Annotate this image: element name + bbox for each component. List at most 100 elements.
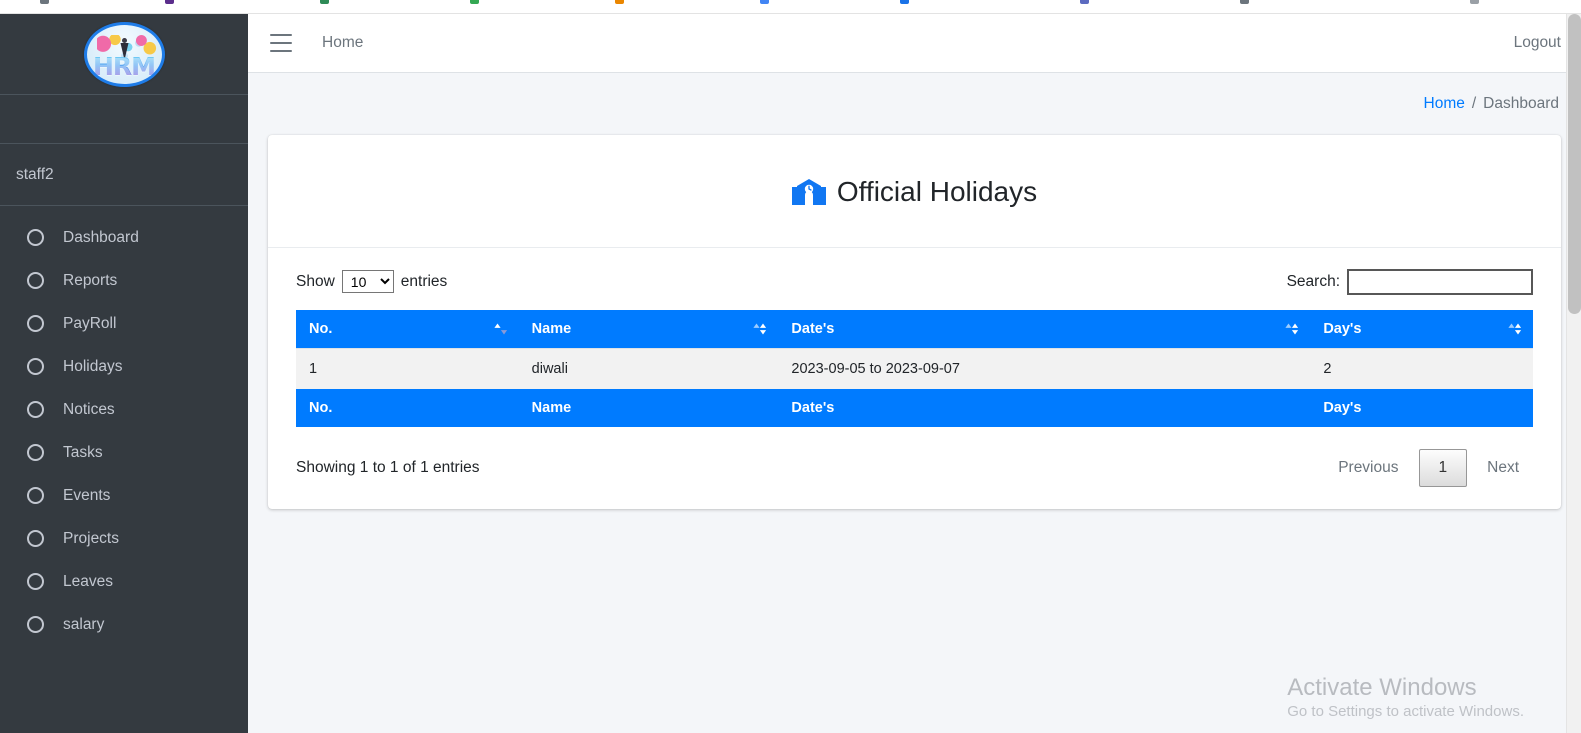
circle-icon bbox=[27, 229, 44, 246]
bookmark-favicon-icon bbox=[320, 0, 329, 4]
watermark-subtitle: Go to Settings to activate Windows. bbox=[1287, 703, 1524, 720]
sidebar-item-holidays[interactable]: Holidays bbox=[0, 345, 248, 388]
pagination: Previous 1 Next bbox=[1324, 448, 1533, 487]
column-header-label: Day's bbox=[1323, 320, 1362, 337]
sidebar-item-events[interactable]: Events bbox=[0, 474, 248, 517]
watermark-title: Activate Windows bbox=[1287, 674, 1477, 701]
sort-none-icon bbox=[753, 323, 767, 334]
breadcrumb-home-link[interactable]: Home bbox=[1424, 95, 1465, 113]
logo-text: HRM bbox=[87, 54, 162, 79]
column-header-days[interactable]: Day's bbox=[1310, 309, 1533, 348]
circle-icon bbox=[27, 315, 44, 332]
bookmark-favicon-icon bbox=[165, 0, 174, 4]
app-root: HRM staff2 Dashboard Reports PayRoll Hol… bbox=[0, 14, 1581, 733]
vertical-scrollbar[interactable] bbox=[1566, 14, 1581, 733]
sidebar-item-notices[interactable]: Notices bbox=[0, 388, 248, 431]
sidebar-brand[interactable]: HRM bbox=[0, 14, 248, 95]
sidebar-item-label: Dashboard bbox=[63, 228, 139, 246]
bookmark-favicon-icon bbox=[1470, 0, 1479, 4]
sidebar-item-tasks[interactable]: Tasks bbox=[0, 431, 248, 474]
bookmark-item[interactable] bbox=[900, 0, 912, 6]
table-head: No. Name Date's Day's bbox=[296, 309, 1533, 348]
sidebar-item-dashboard[interactable]: Dashboard bbox=[0, 216, 248, 259]
page-title: Official Holidays bbox=[791, 176, 1037, 208]
search-control: Search: bbox=[1286, 268, 1533, 295]
circle-icon bbox=[27, 401, 44, 418]
circle-icon bbox=[27, 616, 44, 633]
table-row[interactable]: 1 diwali 2023-09-05 to 2023-09-07 2 bbox=[296, 347, 1533, 389]
bookmark-favicon-icon bbox=[1240, 0, 1249, 4]
bookmark-item[interactable] bbox=[615, 0, 627, 6]
bookmark-item[interactable] bbox=[760, 0, 772, 6]
cell-dates: 2023-09-05 to 2023-09-07 bbox=[778, 347, 1311, 389]
bookmark-item[interactable] bbox=[1470, 0, 1482, 6]
sidebar-item-leaves[interactable]: Leaves bbox=[0, 560, 248, 603]
logout-link[interactable]: Logout bbox=[1514, 34, 1561, 52]
footer-column-dates: Date's bbox=[778, 388, 1311, 427]
circle-icon bbox=[27, 487, 44, 504]
sidebar-username: staff2 bbox=[16, 165, 54, 183]
table-controls: Show 10 25 50 100 entries Search: bbox=[296, 262, 1533, 310]
column-header-no[interactable]: No. bbox=[296, 309, 519, 348]
pagination-page-1[interactable]: 1 bbox=[1418, 448, 1468, 487]
sidebar-divider bbox=[0, 95, 248, 144]
column-header-dates[interactable]: Date's bbox=[778, 309, 1311, 348]
sidebar-nav: Dashboard Reports PayRoll Holidays Notic… bbox=[0, 206, 248, 646]
bookmark-item[interactable] bbox=[1080, 0, 1092, 6]
browser-bookmarks-bar bbox=[0, 0, 1581, 14]
sidebar-item-label: salary bbox=[63, 615, 105, 633]
table-body: 1 diwali 2023-09-05 to 2023-09-07 2 bbox=[296, 347, 1533, 389]
sidebar-item-label: Tasks bbox=[63, 443, 103, 461]
entries-per-page-select[interactable]: 10 25 50 100 bbox=[341, 270, 394, 293]
pagination-previous[interactable]: Previous bbox=[1324, 450, 1412, 486]
sort-none-icon bbox=[1508, 323, 1522, 334]
sidebar-item-salary[interactable]: salary bbox=[0, 603, 248, 646]
hrm-logo: HRM bbox=[83, 21, 165, 87]
sidebar-item-label: Notices bbox=[63, 400, 115, 418]
sidebar-item-reports[interactable]: Reports bbox=[0, 259, 248, 302]
bookmark-item[interactable] bbox=[320, 0, 332, 6]
column-header-label: Name bbox=[531, 320, 572, 337]
circle-icon bbox=[27, 530, 44, 547]
circle-icon bbox=[27, 358, 44, 375]
table-foot: No. Name Date's Day's bbox=[296, 388, 1533, 427]
bookmark-favicon-icon bbox=[900, 0, 909, 4]
sidebar-item-payroll[interactable]: PayRoll bbox=[0, 302, 248, 345]
circle-icon bbox=[27, 272, 44, 289]
bookmark-item[interactable] bbox=[1240, 0, 1252, 6]
sidebar-item-label: PayRoll bbox=[63, 314, 117, 332]
sidebar-user-panel[interactable]: staff2 bbox=[0, 144, 248, 206]
card-header: Official Holidays bbox=[268, 135, 1561, 248]
cell-name: diwali bbox=[518, 347, 779, 389]
bookmark-item[interactable] bbox=[165, 0, 177, 6]
breadcrumb-separator: / bbox=[1471, 95, 1477, 112]
navbar-home-link[interactable]: Home bbox=[322, 34, 363, 52]
bookmark-item[interactable] bbox=[40, 0, 52, 6]
hamburger-icon[interactable] bbox=[270, 34, 292, 52]
card-container: Official Holidays Show 10 25 50 100 bbox=[248, 135, 1581, 509]
activate-windows-watermark: Activate Windows Go to Settings to activ… bbox=[1287, 673, 1524, 720]
sidebar-item-projects[interactable]: Projects bbox=[0, 517, 248, 560]
sidebar-item-label: Projects bbox=[63, 529, 119, 547]
column-header-label: No. bbox=[309, 320, 333, 337]
holidays-card: Official Holidays Show 10 25 50 100 bbox=[268, 135, 1561, 509]
column-header-name[interactable]: Name bbox=[518, 309, 779, 348]
table-header-row: No. Name Date's Day's bbox=[296, 309, 1533, 348]
table-footer-row: No. Name Date's Day's bbox=[296, 388, 1533, 427]
top-navbar: Home Logout bbox=[248, 14, 1581, 73]
column-header-label: Date's bbox=[791, 320, 835, 337]
search-input[interactable] bbox=[1347, 268, 1533, 295]
main-content: Home Logout Home / Dashboard Official Ho… bbox=[248, 14, 1581, 733]
sidebar-item-label: Leaves bbox=[63, 572, 113, 590]
table-info: Showing 1 to 1 of 1 entries bbox=[296, 458, 480, 476]
bookmark-favicon-icon bbox=[760, 0, 769, 4]
sort-none-icon bbox=[1285, 323, 1299, 334]
scrollbar-thumb[interactable] bbox=[1568, 14, 1581, 314]
sidebar-item-label: Holidays bbox=[63, 357, 123, 375]
pagination-next[interactable]: Next bbox=[1473, 450, 1533, 486]
cell-days: 2 bbox=[1310, 347, 1533, 389]
school-building-icon bbox=[791, 178, 826, 205]
bookmark-item[interactable] bbox=[470, 0, 482, 6]
search-label: Search: bbox=[1286, 272, 1340, 290]
sidebar-item-label: Reports bbox=[63, 271, 118, 289]
